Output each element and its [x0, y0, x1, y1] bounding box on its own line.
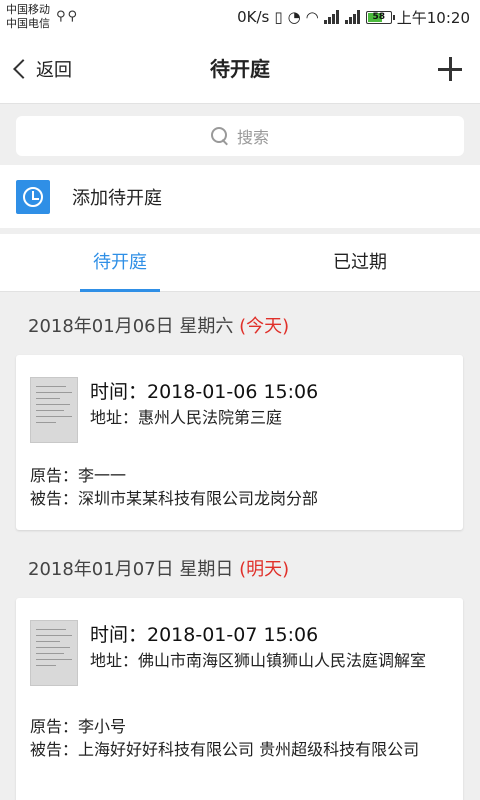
tab-expired[interactable]: 已过期 — [240, 234, 480, 292]
hearing-card[interactable]: 时间：2018-01-06 15:06 地址：惠州人民法院第三庭 原告：李一一 … — [16, 355, 463, 530]
date-label: 2018年01月07日 星期日 — [28, 559, 234, 580]
add-pending-hearing-row[interactable]: 添加待开庭 — [0, 165, 480, 228]
tab-pending[interactable]: 待开庭 — [0, 234, 240, 292]
search-icon — [210, 127, 229, 145]
carrier-1: 中国移动 — [6, 3, 50, 16]
search-placeholder: 搜索 — [236, 128, 269, 147]
signal-icon-2 — [344, 10, 361, 24]
date-header: 2018年01月06日 星期六 (今天) — [28, 312, 289, 338]
battery-level: 58 — [372, 11, 386, 22]
add-pending-hearing-label: 添加待开庭 — [72, 187, 162, 209]
tab-bar: 待开庭 已过期 — [0, 234, 480, 292]
defendant: 被告：深圳市某某科技有限公司龙岗分部 — [30, 489, 319, 508]
clock-icon — [16, 179, 50, 214]
document-thumbnail[interactable] — [30, 377, 78, 443]
plaintiff: 原告：李小号 — [30, 717, 127, 736]
chevron-left-icon — [13, 59, 33, 79]
clock: 上午10:20 — [396, 8, 470, 27]
signal-icon-1 — [323, 10, 340, 24]
add-button[interactable] — [438, 57, 462, 81]
status-bar: 中国移动 中国电信 ⚲⚲ 0K/s ▯ ◔ ◠ 58 上午10:20 — [0, 0, 480, 34]
relative-date: (明天) — [239, 559, 290, 580]
hearing-address: 地址：惠州人民法院第三庭 — [90, 408, 283, 427]
hearing-address: 地址：佛山市南海区狮山镇狮山人民法庭调解室 — [90, 651, 427, 670]
plaintiff: 原告：李一一 — [30, 466, 127, 485]
defendant: 被告：上海好好好科技有限公司 贵州超级科技有限公司 — [30, 740, 420, 759]
page-title: 待开庭 — [210, 57, 270, 81]
hearing-time: 时间：2018-01-06 15:06 — [90, 381, 319, 403]
battery-icon: 58 — [365, 10, 395, 24]
wifi-icon: ◠ — [305, 8, 319, 26]
back-label: 返回 — [36, 60, 72, 81]
document-thumbnail[interactable] — [30, 620, 78, 686]
search-input[interactable]: 搜索 — [16, 116, 464, 156]
usb-icons: ⚲⚲ — [56, 9, 80, 24]
date-header: 2018年01月07日 星期日 (明天) — [28, 555, 289, 581]
search-area: 搜索 — [0, 105, 480, 165]
back-button[interactable]: 返回 — [10, 34, 72, 104]
relative-date: (今天) — [239, 316, 290, 337]
hearing-time: 时间：2018-01-07 15:06 — [90, 624, 319, 646]
alarm-icon: ◔ — [287, 8, 301, 26]
status-icons: 0K/s ▯ ◔ ◠ 58 上午10:20 — [237, 6, 470, 28]
net-speed: 0K/s — [237, 8, 270, 26]
vibrate-icon: ▯ — [274, 8, 283, 26]
hearing-card[interactable]: 时间：2018-01-07 15:06 地址：佛山市南海区狮山镇狮山人民法庭调解… — [16, 598, 463, 800]
nav-bar: 返回 待开庭 — [0, 34, 480, 104]
carrier-2: 中国电信 — [6, 17, 50, 30]
carrier-info: 中国移动 中国电信 — [6, 3, 50, 31]
date-label: 2018年01月06日 星期六 — [28, 316, 234, 337]
tab-indicator — [80, 289, 160, 292]
